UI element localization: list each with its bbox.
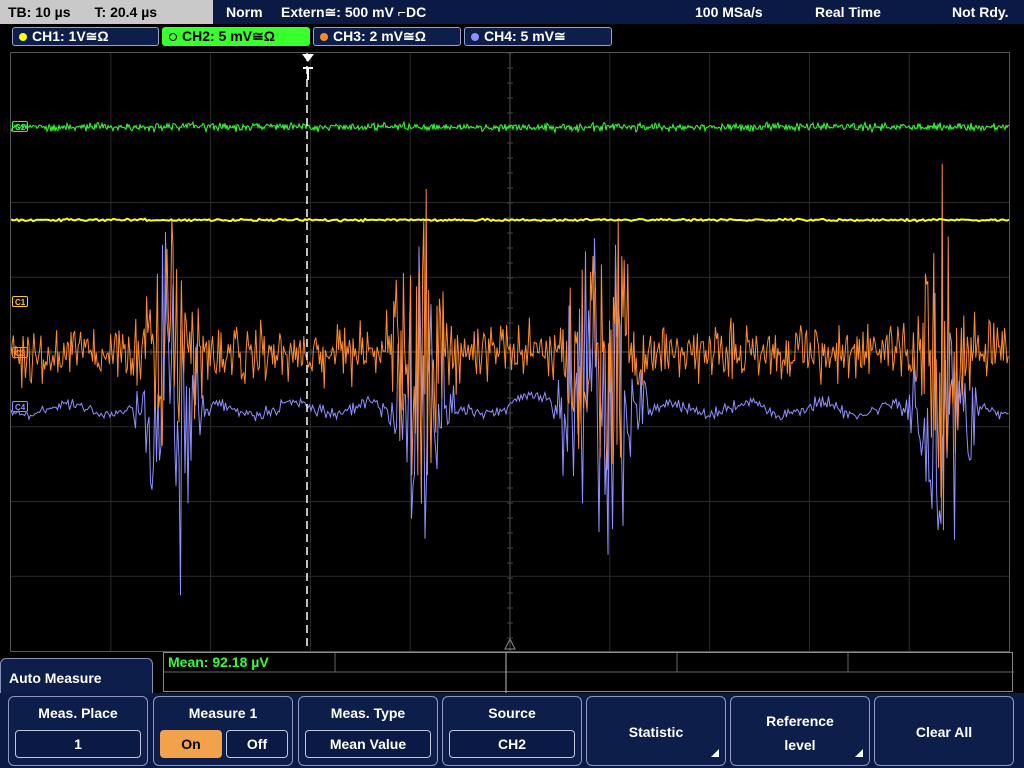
- trigger-mode[interactable]: Norm: [226, 0, 263, 24]
- meas-type-label: Meas. Type: [330, 705, 406, 721]
- trigger-position-icon[interactable]: [300, 52, 316, 82]
- channel-tab-ch2[interactable]: CH2: 5 mV≅Ω: [162, 27, 310, 46]
- measure1-label: Measure 1: [188, 705, 258, 721]
- meas-place-label: Meas. Place: [38, 705, 118, 721]
- ch2-color-dot: [169, 32, 177, 41]
- acquisition-mode: Real Time: [815, 4, 881, 20]
- timebase-box[interactable]: TB: 10 µs T: 20.4 µs: [0, 0, 213, 24]
- source-value[interactable]: CH2: [449, 730, 575, 758]
- waveform-canvas: [11, 53, 1009, 651]
- reference-level-label-2: level: [784, 737, 816, 753]
- trigger-time-readout: T: 20.4 µs: [94, 4, 158, 20]
- source-softkey[interactable]: Source CH2: [442, 696, 582, 766]
- statistic-label: Statistic: [628, 724, 684, 740]
- timebase-readout: TB: 10 µs: [8, 4, 71, 20]
- ch1-offset-marker[interactable]: C1: [12, 296, 29, 307]
- ch2-offset-marker[interactable]: C2: [12, 121, 29, 132]
- ch1-label: CH1: 1V≅Ω: [32, 28, 109, 44]
- ch4-offset-marker[interactable]: C4: [12, 401, 29, 412]
- ch3-offset-marker[interactable]: C3: [12, 347, 29, 358]
- channel-tab-ch1[interactable]: CH1: 1V≅Ω: [12, 27, 159, 46]
- meas-type-softkey[interactable]: Meas. Type Mean Value: [298, 696, 438, 766]
- channel-tab-ch4[interactable]: CH4: 5 mV≅: [464, 27, 612, 46]
- measure1-softkey[interactable]: Measure 1 On Off: [153, 696, 293, 766]
- measure1-off-button[interactable]: Off: [226, 730, 288, 758]
- acquisition-state: Not Rdy.: [952, 4, 1009, 20]
- measure1-on-button[interactable]: On: [160, 730, 222, 758]
- statistic-softkey[interactable]: Statistic: [586, 696, 726, 766]
- ch3-label: CH3: 2 mV≅Ω: [333, 28, 426, 44]
- meas-type-value[interactable]: Mean Value: [305, 730, 431, 758]
- source-label: Source: [488, 705, 536, 721]
- menu-title: Auto Measure: [0, 658, 153, 696]
- waveform-display[interactable]: [10, 52, 1010, 652]
- meas-place-value[interactable]: 1: [15, 730, 141, 758]
- mean-result: Mean: 92.18 µV: [168, 654, 269, 670]
- reference-level-softkey[interactable]: Reference level: [730, 696, 870, 766]
- clear-all-softkey[interactable]: Clear All: [874, 696, 1014, 766]
- ch2-label: CH2: 5 mV≅Ω: [182, 28, 275, 44]
- channel-tab-ch3[interactable]: CH3: 2 mV≅Ω: [313, 27, 461, 46]
- ch4-label: CH4: 5 mV≅: [484, 28, 566, 44]
- submenu-triangle-icon: [711, 749, 719, 757]
- reference-level-label-1: Reference: [766, 713, 834, 729]
- ch3-color-dot: [320, 32, 328, 41]
- ch4-color-dot: [471, 32, 479, 41]
- submenu-triangle-icon: [855, 749, 863, 757]
- sample-rate: 100 MSa/s: [695, 4, 763, 20]
- measurement-panel: [163, 652, 1014, 693]
- meas-place-softkey[interactable]: Meas. Place 1: [8, 696, 148, 766]
- ch1-color-dot: [19, 32, 27, 41]
- trigger-source[interactable]: Extern≅: 500 mV ⌐DC: [281, 0, 426, 24]
- clear-all-label: Clear All: [915, 724, 973, 740]
